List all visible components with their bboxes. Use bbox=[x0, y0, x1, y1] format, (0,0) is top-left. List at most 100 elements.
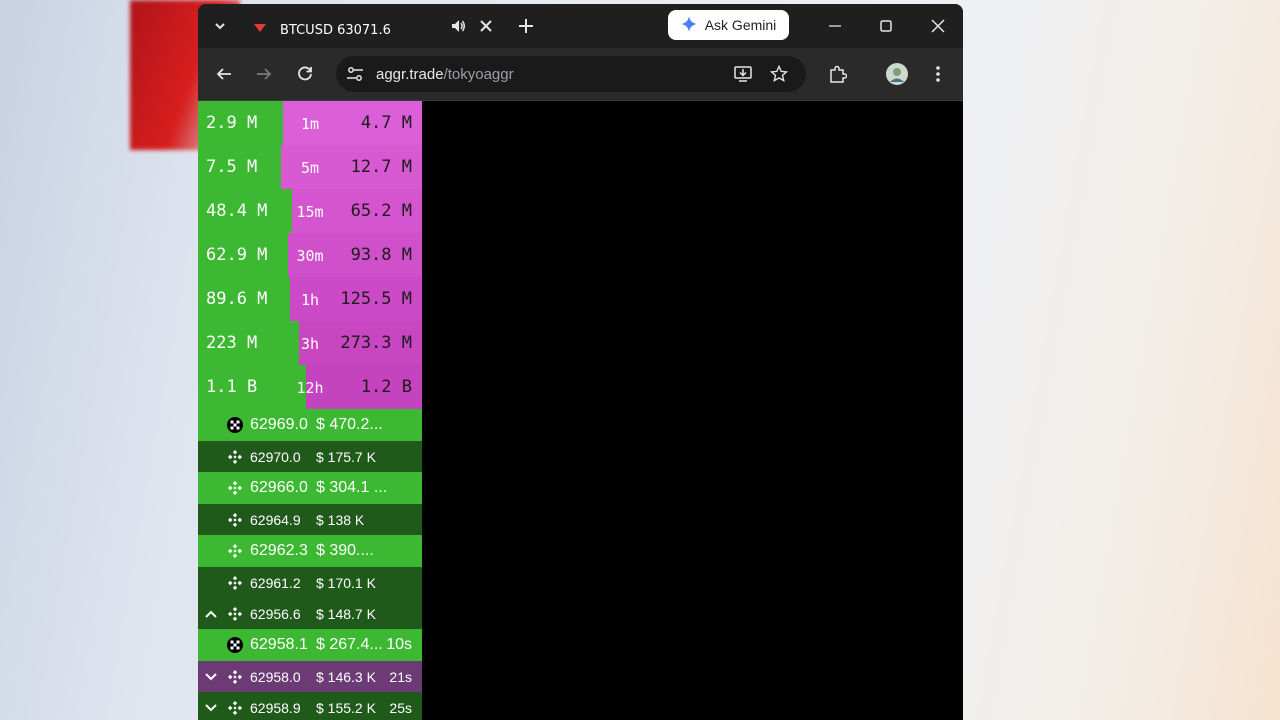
sell-volume-value: 12.7 M bbox=[350, 157, 412, 177]
sell-volume-value: 93.8 M bbox=[350, 245, 412, 265]
trade-amount: $ 304.1 ... bbox=[316, 479, 388, 496]
stat-row: 1.1 B 12h 1.2 B bbox=[198, 365, 422, 409]
okx-icon bbox=[226, 636, 244, 654]
ask-gemini-button[interactable]: Ask Gemini bbox=[668, 10, 789, 40]
stat-row: 2.9 M 1m 4.7 M bbox=[198, 101, 422, 145]
trade-row: 62958.1 $ 267.4... 10s bbox=[198, 629, 422, 661]
trades-list: 62969.0 $ 470.2... 62970.0 $ 175.7 K 62966.0… bbox=[198, 409, 422, 720]
toolbar: aggr.trade/tokyoaggr bbox=[198, 48, 963, 101]
trade-row: 62961.2 $ 170.1 K bbox=[198, 567, 422, 598]
binance-icon bbox=[226, 448, 244, 466]
buy-volume-value: 89.6 M bbox=[206, 289, 268, 309]
profile-avatar[interactable] bbox=[884, 61, 910, 87]
chevron-down-icon bbox=[204, 669, 218, 684]
binance-icon bbox=[226, 542, 244, 560]
browser-window: BTCUSD 63071.6 Ask Gemini aggr.trade /to… bbox=[198, 4, 963, 720]
trade-amount: $ 146.3 K bbox=[316, 668, 376, 685]
interval-label: 1h bbox=[300, 291, 320, 309]
close-window-icon[interactable] bbox=[925, 14, 951, 38]
trade-time: 25s bbox=[389, 699, 412, 716]
buy-volume-value: 1.1 B bbox=[206, 377, 258, 397]
interval-label: 30m bbox=[296, 247, 324, 265]
sell-volume-value: 125.5 M bbox=[340, 289, 412, 309]
trade-amount: $ 155.2 K bbox=[316, 699, 376, 716]
trade-row: 62958.0 $ 146.3 K 21s bbox=[198, 661, 422, 692]
binance-icon bbox=[226, 479, 244, 497]
menu-kebab-icon[interactable] bbox=[926, 62, 950, 86]
trade-price: 62958.9 bbox=[250, 699, 301, 716]
site-info-icon[interactable] bbox=[346, 66, 364, 82]
chevron-up-icon bbox=[204, 606, 218, 621]
trade-price: 62958.0 bbox=[250, 668, 301, 685]
trade-price: 62956.6 bbox=[250, 605, 301, 622]
sell-volume-value: 1.2 B bbox=[360, 377, 412, 397]
trade-price: 62970.0 bbox=[250, 448, 301, 465]
interval-label: 12h bbox=[296, 379, 324, 397]
tab-bar: BTCUSD 63071.6 Ask Gemini bbox=[198, 4, 963, 48]
buy-volume-value: 223 M bbox=[206, 333, 258, 353]
ask-gemini-label: Ask Gemini bbox=[704, 17, 777, 33]
stat-row: 223 M 3h 273.3 M bbox=[198, 321, 422, 365]
trade-time: 21s bbox=[389, 668, 412, 685]
binance-icon bbox=[226, 699, 244, 717]
stat-row: 62.9 M 30m 93.8 M bbox=[198, 233, 422, 277]
favicon-icon bbox=[254, 23, 266, 38]
stats-list: 2.9 M 1m 4.7 M 7.5 M 5m 12.7 M 48.4 M 15m 65.2 M… bbox=[198, 101, 422, 409]
install-app-icon[interactable] bbox=[734, 65, 752, 83]
tab-close-icon[interactable] bbox=[476, 16, 496, 36]
stat-row: 7.5 M 5m 12.7 M bbox=[198, 145, 422, 189]
sell-volume-value: 65.2 M bbox=[350, 201, 412, 221]
aggr-panel: 2.9 M 1m 4.7 M 7.5 M 5m 12.7 M 48.4 M 15m 65.2 M… bbox=[198, 101, 422, 720]
okx-icon bbox=[226, 416, 244, 434]
maximize-icon[interactable] bbox=[873, 14, 899, 38]
trade-amount: $ 138 K bbox=[316, 511, 365, 528]
trade-amount: $ 267.4... bbox=[316, 636, 383, 653]
back-icon[interactable] bbox=[212, 62, 236, 86]
trade-row: 62970.0 $ 175.7 K bbox=[198, 441, 422, 472]
trade-row: 62966.0 $ 304.1 ... bbox=[198, 472, 422, 504]
trade-price: 62958.1 bbox=[250, 636, 308, 653]
trade-row: 62958.9 $ 155.2 K 25s bbox=[198, 692, 422, 720]
interval-label: 1m bbox=[300, 115, 320, 133]
extensions-icon[interactable] bbox=[826, 62, 850, 86]
interval-label: 3h bbox=[300, 335, 320, 353]
chevron-down-icon bbox=[204, 700, 218, 715]
trade-price: 62962.3 bbox=[250, 542, 308, 559]
trade-price: 62964.9 bbox=[250, 511, 301, 528]
trade-price: 62966.0 bbox=[250, 479, 308, 496]
url-path: /tokyoaggr bbox=[443, 65, 514, 83]
trade-price: 62969.0 bbox=[250, 416, 308, 433]
interval-label: 15m bbox=[296, 203, 324, 221]
gemini-icon bbox=[680, 15, 697, 35]
trade-amount: $ 148.7 K bbox=[316, 605, 376, 622]
trade-row: 62964.9 $ 138 K bbox=[198, 504, 422, 535]
minimize-icon[interactable] bbox=[822, 14, 848, 38]
reload-icon[interactable] bbox=[293, 62, 317, 86]
trade-amount: $ 175.7 K bbox=[316, 448, 376, 465]
binance-icon bbox=[226, 605, 244, 623]
trade-row: 62969.0 $ 470.2... bbox=[198, 409, 422, 441]
buy-volume-value: 48.4 M bbox=[206, 201, 268, 221]
buy-volume-value: 7.5 M bbox=[206, 157, 258, 177]
trade-row: 62956.6 $ 148.7 K bbox=[198, 598, 422, 629]
sell-volume-value: 4.7 M bbox=[360, 113, 412, 133]
tab-title: BTCUSD 63071.6 bbox=[280, 22, 391, 38]
tab-search-icon[interactable] bbox=[208, 14, 232, 38]
stat-row: 89.6 M 1h 125.5 M bbox=[198, 277, 422, 321]
trade-time: 10s bbox=[386, 636, 412, 653]
new-tab-icon[interactable] bbox=[514, 14, 538, 38]
trade-amount: $ 390.... bbox=[316, 542, 374, 559]
url-host: aggr.trade bbox=[376, 65, 444, 83]
interval-label: 5m bbox=[300, 159, 320, 177]
trade-amount: $ 470.2... bbox=[316, 416, 383, 433]
bookmark-star-icon[interactable] bbox=[770, 65, 788, 83]
address-bar[interactable]: aggr.trade/tokyoaggr bbox=[336, 56, 806, 92]
stat-row: 48.4 M 15m 65.2 M bbox=[198, 189, 422, 233]
tab-audio-icon[interactable] bbox=[448, 16, 468, 36]
trade-price: 62961.2 bbox=[250, 574, 301, 591]
binance-icon bbox=[226, 511, 244, 529]
binance-icon bbox=[226, 668, 244, 686]
trade-row: 62962.3 $ 390.... bbox=[198, 535, 422, 567]
sell-volume-value: 273.3 M bbox=[340, 333, 412, 353]
forward-icon[interactable] bbox=[252, 62, 276, 86]
